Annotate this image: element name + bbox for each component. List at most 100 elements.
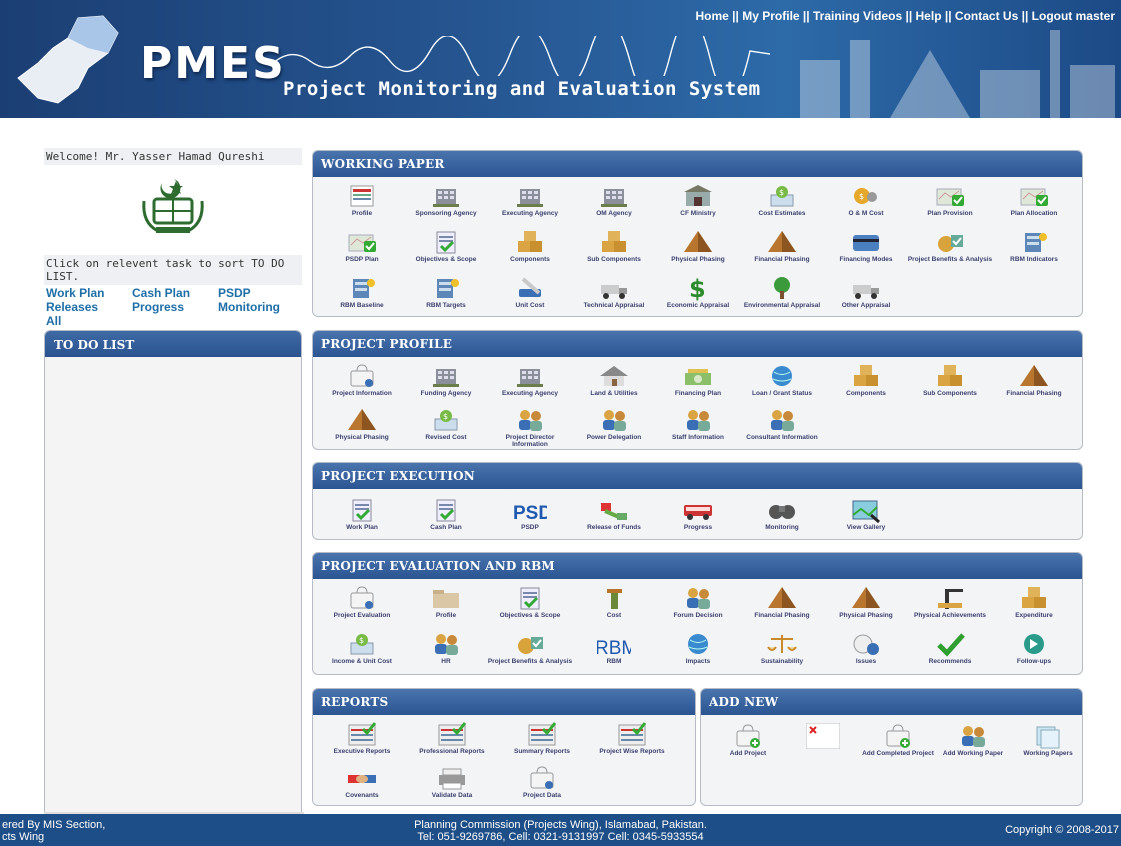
add-new-working-papers-button[interactable]: Working Papers [1005, 723, 1082, 765]
filter-monitoring[interactable]: Monitoring [218, 300, 304, 314]
nav-link-help[interactable]: Help [916, 9, 942, 23]
project-evaluation-project-evaluation-button[interactable]: Project Evaluation [319, 585, 405, 627]
nav-link-logout-master[interactable]: Logout master [1032, 9, 1115, 23]
working-paper-psdp-plan-button[interactable]: PSDP Plan [319, 229, 405, 271]
project-profile-land-utilities-button[interactable]: Land & Utilities [571, 363, 657, 405]
project-profile-project-director-information-button[interactable]: Project Director Information [487, 407, 573, 449]
item-label: Financing Modes [839, 256, 893, 263]
project-profile-physical-phasing-button[interactable]: Physical Phasing [319, 407, 405, 449]
add-new-add-project-button[interactable]: Add Project [705, 723, 791, 765]
issue-icon [849, 631, 883, 657]
filter-work-plan[interactable]: Work Plan [46, 286, 132, 300]
working-paper-physical-phasing-button[interactable]: Physical Phasing [655, 229, 741, 271]
nav-link-contact-us[interactable]: Contact Us [955, 9, 1018, 23]
working-paper-project-benefits-analysis-button[interactable]: Project Benefits & Analysis [907, 229, 993, 271]
project-evaluation-profile-button[interactable]: Profile [403, 585, 489, 627]
project-execution-progress-button[interactable]: Progress [655, 497, 741, 539]
project-execution-psdp-button[interactable]: PSDPPSDP [487, 497, 573, 539]
working-paper-rbm-indicators-button[interactable]: RBM Indicators [991, 229, 1077, 271]
reports-executive-reports-button[interactable]: Executive Reports [319, 721, 405, 763]
project-evaluation-recommends-button[interactable]: Recommends [907, 631, 993, 673]
working-paper-objectives-scope-button[interactable]: Objectives & Scope [403, 229, 489, 271]
filter-psdp[interactable]: PSDP [218, 286, 304, 300]
add-new-add-completed-project-button[interactable]: Add Completed Project [855, 723, 941, 765]
filter-cash-plan[interactable]: Cash Plan [132, 286, 218, 300]
reports-validate-data-button[interactable]: Validate Data [409, 765, 495, 805]
reports-project-data-button[interactable]: Project Data [499, 765, 585, 805]
project-evaluation-rbm-button[interactable]: RBMRBM [571, 631, 657, 673]
working-paper-executing-agency-button[interactable]: Executing Agency [487, 183, 573, 225]
pakistan-map-icon [17, 15, 119, 104]
footer-center: Planning Commission (Projects Wing), Isl… [0, 819, 1121, 843]
reports-professional-reports-button[interactable]: Professional Reports [409, 721, 495, 763]
project-evaluation-forum-decision-button[interactable]: Forum Decision [655, 585, 741, 627]
working-paper-other-appraisal-button[interactable]: Other Appraisal [823, 275, 909, 316]
project-profile-financial-phasing-button[interactable]: Financial Phasing [991, 363, 1077, 405]
working-paper-unit-cost-button[interactable]: Unit Cost [487, 275, 573, 316]
working-paper-financing-modes-button[interactable]: Financing Modes [823, 229, 909, 271]
nav-link-home[interactable]: Home [696, 9, 729, 23]
project-profile-funding-agency-button[interactable]: Funding Agency [403, 363, 489, 405]
project-evaluation-physical-phasing-button[interactable]: Physical Phasing [823, 585, 909, 627]
svg-text:$: $ [779, 188, 784, 197]
filter-progress[interactable]: Progress [132, 300, 218, 314]
working-paper-rbm-targets-button[interactable]: RBM Targets [403, 275, 489, 316]
project-evaluation-financial-phasing-button[interactable]: Financial Phasing [739, 585, 825, 627]
item-label: Revised Cost [425, 434, 467, 441]
project-evaluation-cost-button[interactable]: Cost [571, 585, 657, 627]
item-label: Follow-ups [1016, 658, 1052, 665]
working-paper-environmental-appraisal-button[interactable]: Environmental Appraisal [739, 275, 825, 316]
project-evaluation-physical-achievements-button[interactable]: Physical Achievements [907, 585, 993, 627]
project-execution-release-of-funds-button[interactable]: Release of Funds [571, 497, 657, 539]
project-profile-loan-grant-status-button[interactable]: Loan / Grant Status [739, 363, 825, 405]
working-paper-om-agency-button[interactable]: OM Agency [571, 183, 657, 225]
project-evaluation-follow-ups-button[interactable]: Follow-ups [991, 631, 1077, 673]
working-paper-plan-provision-button[interactable]: Plan Provision [907, 183, 993, 225]
project-execution-cash-plan-button[interactable]: Cash Plan [403, 497, 489, 539]
project-profile-project-information-button[interactable]: Project Information [319, 363, 405, 405]
working-paper-plan-allocation-button[interactable]: Plan Allocation [991, 183, 1077, 225]
working-paper-financial-phasing-button[interactable]: Financial Phasing [739, 229, 825, 271]
nav-link-my-profile[interactable]: My Profile [742, 9, 799, 23]
working-paper-technical-appraisal-button[interactable]: Technical Appraisal [571, 275, 657, 316]
working-paper-sponsoring-agency-button[interactable]: Sponsoring Agency [403, 183, 489, 225]
project-profile-sub-components-button[interactable]: Sub Components [907, 363, 993, 405]
working-paper-cost-estimates-button[interactable]: $ Cost Estimates [739, 183, 825, 225]
project-profile-consultant-information-button[interactable]: Consultant Information [739, 407, 825, 449]
project-evaluation-hr-button[interactable]: HR [403, 631, 489, 673]
working-paper-cf-ministry-button[interactable]: CF Ministry [655, 183, 741, 225]
project-evaluation-objectives-scope-button[interactable]: Objectives & Scope [487, 585, 573, 627]
reports-covenants-button[interactable]: Covenants [319, 765, 405, 805]
todo-filters: Work Plan Cash Plan PSDP Releases Progre… [44, 285, 302, 329]
reports-summary-reports-button[interactable]: Summary Reports [499, 721, 585, 763]
project-evaluation-issues-button[interactable]: Issues [823, 631, 909, 673]
working-paper-o-m-cost-button[interactable]: $ O & M Cost [823, 183, 909, 225]
working-paper-economic-appraisal-button[interactable]: $ Economic Appraisal [655, 275, 741, 316]
working-paper-profile-button[interactable]: Profile [319, 183, 405, 225]
working-paper-components-button[interactable]: Components [487, 229, 573, 271]
project-profile-revised-cost-button[interactable]: $ Revised Cost [403, 407, 489, 449]
add-new-add-working-paper-button[interactable]: Add Working Paper [930, 723, 1016, 765]
project-execution-view-gallery-button[interactable]: View Gallery [823, 497, 909, 539]
filter-releases[interactable]: Releases [46, 300, 132, 314]
nav-link-training-videos[interactable]: Training Videos [813, 9, 902, 23]
working-paper-sub-components-button[interactable]: Sub Components [571, 229, 657, 271]
todo-list-title: TO DO LIST [45, 331, 301, 357]
working-paper-rbm-baseline-button[interactable]: RBM Baseline [319, 275, 405, 316]
project-profile-components-button[interactable]: Components [823, 363, 909, 405]
reports-project-wise-reports-button[interactable]: Project Wise Reports [589, 721, 675, 763]
project-evaluation-project-benefits-analysis-button[interactable]: Project Benefits & Analysis [487, 631, 573, 673]
project-execution-work-plan-button[interactable]: Work Plan [319, 497, 405, 539]
project-profile-power-delegation-button[interactable]: Power Delegation [571, 407, 657, 449]
project-evaluation-impacts-button[interactable]: Impacts [655, 631, 741, 673]
project-execution-monitoring-button[interactable]: Monitoring [739, 497, 825, 539]
project-evaluation-expenditure-button[interactable]: Expenditure [991, 585, 1077, 627]
project-profile-staff-information-button[interactable]: Staff Information [655, 407, 741, 449]
project-profile-executing-agency-button[interactable]: Executing Agency [487, 363, 573, 405]
filter-all[interactable]: All [46, 314, 132, 328]
project-evaluation-sustainability-button[interactable]: Sustainability [739, 631, 825, 673]
add-new-placeholder-image-button[interactable] [780, 722, 866, 765]
tree-icon [765, 275, 799, 301]
project-profile-financing-plan-button[interactable]: Financing Plan [655, 363, 741, 405]
project-evaluation-income-unit-cost-button[interactable]: $ Income & Unit Cost [319, 631, 405, 673]
